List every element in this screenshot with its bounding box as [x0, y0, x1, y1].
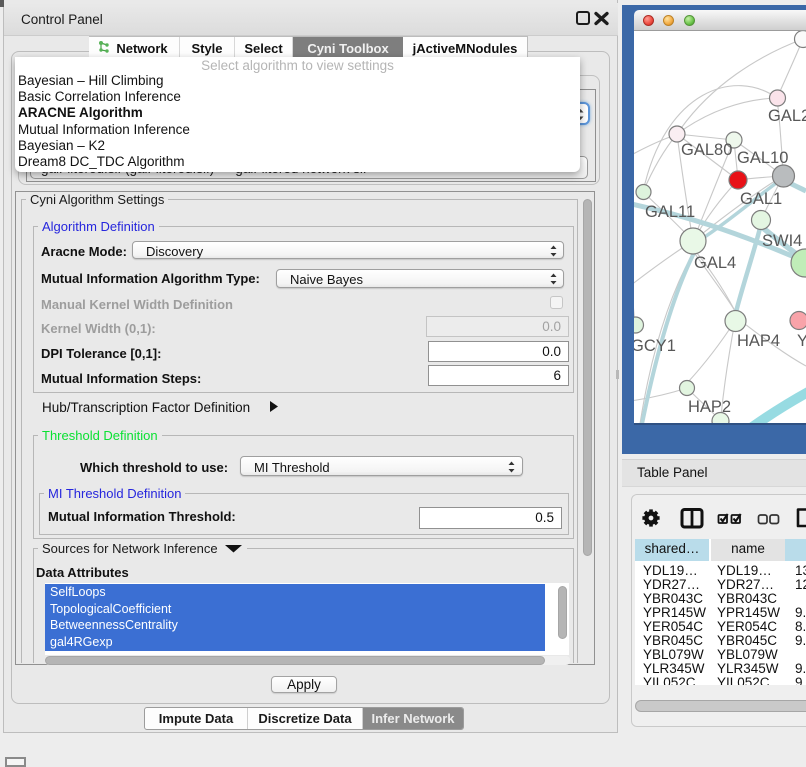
- svg-text:HAP2: HAP2: [688, 398, 731, 416]
- svg-text:GAL1: GAL1: [740, 190, 782, 208]
- svg-text:YJ: YJ: [797, 332, 806, 350]
- svg-text:GAL10: GAL10: [737, 149, 788, 167]
- svg-text:SWI4: SWI4: [762, 232, 802, 250]
- svg-text:HAP4: HAP4: [737, 332, 780, 350]
- svg-text:GAL11: GAL11: [645, 203, 695, 221]
- svg-text:GAL80: GAL80: [681, 141, 732, 159]
- svg-text:GCY1: GCY1: [634, 337, 676, 355]
- svg-text:GAL2: GAL2: [768, 107, 806, 125]
- svg-text:GAL4: GAL4: [694, 254, 736, 272]
